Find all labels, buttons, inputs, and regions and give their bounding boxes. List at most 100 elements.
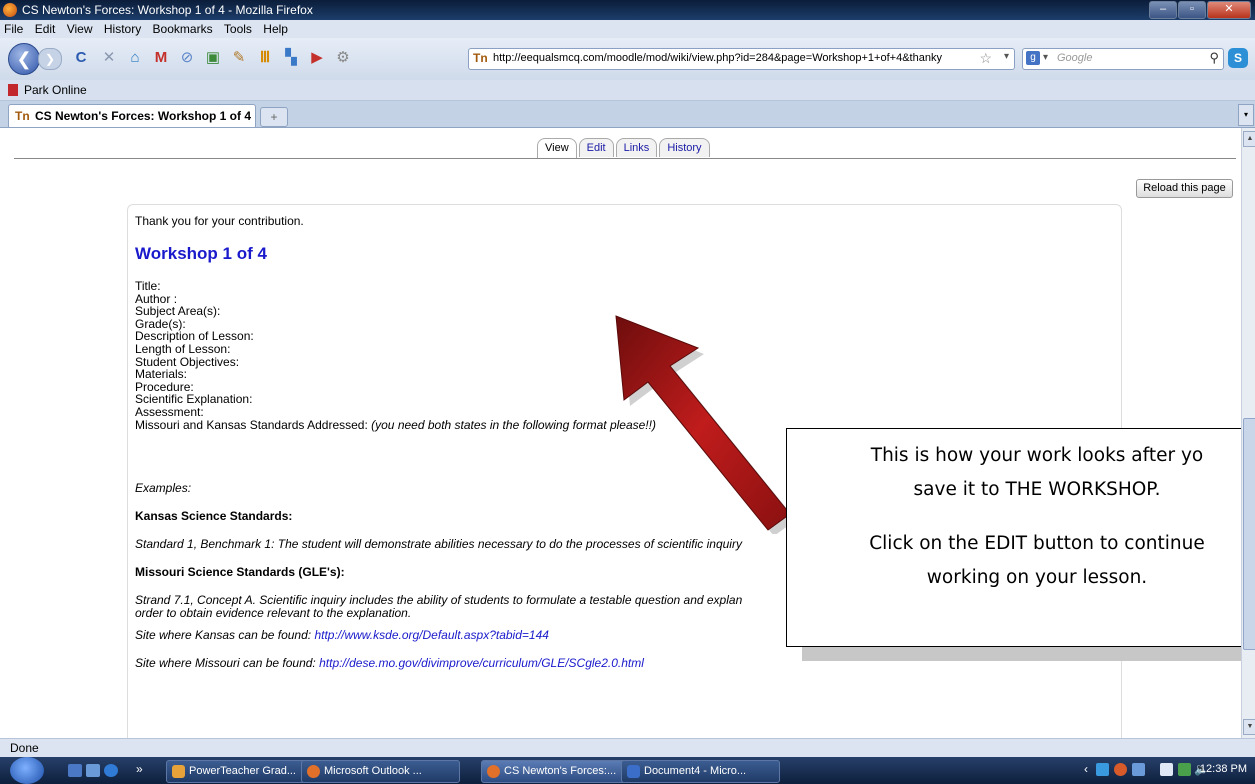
navigation-toolbar: ❮ ❯ C ✕ ⌂ M ⊘ ▣ ✎ Ⅲ ▚ ▶ ⚙ Tn http://eequ… [0, 38, 1255, 80]
missouri-site-link[interactable]: http://dese.mo.gov/divimprove/curriculum… [319, 656, 644, 670]
field-materials: Materials: [135, 367, 188, 382]
tab-strip: Tn CS Newton's Forces: Workshop 1 of 4 +… [0, 101, 1255, 128]
tray-app-icon[interactable] [1114, 763, 1127, 776]
taskbar-item-label: Microsoft Outlook ... [324, 765, 422, 777]
scroll-down-icon[interactable]: ▼ [1243, 719, 1255, 735]
start-button-icon[interactable] [10, 757, 44, 784]
bookmark-park-online[interactable]: Park Online [8, 83, 87, 97]
tab-view[interactable]: View [537, 138, 577, 158]
field-objectives: Student Objectives: [135, 354, 240, 369]
page-title: Workshop 1 of 4 [135, 244, 267, 263]
url-dropdown-icon[interactable]: ▾ [1004, 51, 1009, 62]
menu-bookmarks[interactable]: Bookmarks [153, 20, 213, 38]
search-bar[interactable]: g ▾ Google ⚲ [1022, 48, 1224, 70]
tray-update-icon[interactable] [1178, 763, 1191, 776]
switch-windows-icon[interactable] [86, 764, 100, 777]
tools-addon-icon[interactable]: ✎ [230, 49, 248, 67]
tab-edit[interactable]: Edit [578, 138, 614, 157]
tray-expand-icon[interactable]: ‹ [1084, 762, 1088, 776]
show-desktop-icon[interactable] [68, 764, 82, 777]
close-button[interactable]: ✕ [1207, 1, 1251, 19]
callout-line-1: This is how your work looks after yo [870, 445, 1204, 466]
taskbar-item-firefox[interactable]: CS Newton's Forces:... [481, 760, 640, 783]
menu-history[interactable]: History [104, 20, 141, 38]
bookmark-addon-icon[interactable]: ⊘ [178, 49, 196, 67]
field-title: Title: [135, 279, 161, 293]
tab-links[interactable]: Links [615, 138, 658, 157]
tray-clipboard-icon[interactable] [1160, 763, 1173, 776]
bookmarks-toolbar: Park Online [0, 80, 1255, 101]
gear-icon[interactable]: ⚙ [334, 49, 352, 67]
menu-help[interactable]: Help [263, 20, 288, 38]
home-icon[interactable]: ⌂ [126, 49, 144, 67]
vertical-scrollbar[interactable]: ▲ ▼ [1241, 128, 1255, 738]
browser-tab[interactable]: Tn CS Newton's Forces: Workshop 1 of 4 [8, 104, 256, 127]
instruction-callout: This is how your work looks after yo sav… [786, 428, 1255, 647]
url-bar[interactable]: Tn http://eequalsmcq.com/moodle/mod/wiki… [468, 48, 1015, 70]
contribution-message: Thank you for your contribution. [135, 214, 304, 228]
firefox-icon [3, 3, 17, 17]
scroll-up-icon[interactable]: ▲ [1243, 131, 1255, 147]
callout-line-2: save it to THE WORKSHOP. [913, 479, 1161, 500]
addon-icon[interactable]: ▣ [204, 49, 222, 67]
taskbar-item-label: PowerTeacher Grad... [189, 765, 296, 777]
kansas-standard-text: Standard 1, Benchmark 1: The student wil… [135, 537, 742, 551]
tab-list-icon[interactable]: ▾ [1238, 104, 1254, 126]
lesson-field-list: Title: Author : Subject Area(s): Grade(s… [135, 280, 656, 431]
search-placeholder: Google [1057, 52, 1093, 64]
window-titlebar: CS Newton's Forces: Workshop 1 of 4 - Mo… [0, 0, 1255, 20]
scrollbar-thumb[interactable] [1243, 418, 1255, 650]
menu-tools[interactable]: Tools [224, 20, 252, 38]
menu-edit[interactable]: Edit [35, 20, 56, 38]
field-explanation: Scientific Explanation: [135, 392, 253, 407]
site-favicon-icon: Tn [473, 51, 488, 65]
internet-explorer-icon[interactable] [104, 764, 118, 777]
missouri-site-line: Site where Missouri can be found: http:/… [135, 656, 644, 670]
skype-icon[interactable]: S [1228, 48, 1248, 68]
forward-button[interactable]: ❯ [38, 48, 62, 70]
star-icon[interactable]: ☆ [979, 50, 992, 67]
new-tab-button[interactable]: + [260, 107, 288, 127]
reload-page-button[interactable]: Reload this page [1136, 179, 1233, 198]
taskbar-item-label: CS Newton's Forces:... [504, 765, 617, 777]
missouri-heading: Missouri Science Standards (GLE's): [135, 565, 345, 579]
back-button[interactable]: ❮ [8, 43, 40, 75]
toolbar-addon-icon[interactable]: Ⅲ [256, 49, 274, 67]
clock[interactable]: 12:38 PM [1200, 763, 1247, 775]
tab-history[interactable]: History [659, 138, 710, 157]
bookmark-label: Park Online [24, 83, 87, 97]
tab-label: CS Newton's Forces: Workshop 1 of 4 [35, 109, 251, 123]
quicklaunch-chevron[interactable]: » [136, 762, 143, 776]
window-title: CS Newton's Forces: Workshop 1 of 4 - Mo… [22, 3, 313, 17]
bookmark-icon [8, 84, 18, 96]
tab-divider [14, 158, 1236, 159]
window-controls: – ▫ ✕ [1149, 1, 1251, 19]
gmail-icon[interactable]: M [152, 49, 170, 67]
menu-file[interactable]: File [4, 20, 23, 38]
taskbar-item-outlook[interactable]: Microsoft Outlook ... [301, 760, 460, 783]
maximize-button[interactable]: ▫ [1178, 1, 1206, 19]
stop-icon[interactable]: ✕ [100, 49, 118, 67]
network-icon[interactable] [1096, 763, 1109, 776]
chevron-down-icon[interactable]: ▾ [1043, 52, 1048, 63]
search-icon[interactable]: ⚲ [1209, 50, 1219, 66]
menu-bar: File Edit View History Bookmarks Tools H… [0, 20, 1255, 38]
reload-icon[interactable]: C [72, 49, 90, 67]
minimize-button[interactable]: – [1149, 1, 1177, 19]
missouri-standard-text-1: Strand 7.1, Concept A. Scientific inquir… [135, 593, 743, 607]
taskbar-item-word[interactable]: Document4 - Micro... [621, 760, 780, 783]
missouri-standard-text-2: order to obtain evidence relevant to the… [135, 606, 412, 620]
missouri-site-label: Site where Missouri can be found: [135, 656, 320, 670]
system-tray: ‹ 🔈 12:38 PM [1080, 757, 1255, 784]
kansas-site-link[interactable]: http://www.ksde.org/Default.aspx?tabid=1… [314, 628, 548, 642]
youtube-icon[interactable]: ▶ [308, 49, 326, 67]
kansas-site-label: Site where Kansas can be found: [135, 628, 315, 642]
examples-label: Examples: [135, 481, 192, 495]
apps-icon[interactable]: ▚ [282, 49, 300, 67]
search-engine-icon[interactable]: g [1026, 51, 1040, 65]
callout-line-3: Click on the EDIT button to continue [869, 533, 1205, 554]
tray-monitor-icon[interactable] [1132, 763, 1145, 776]
taskbar-item-powerteacher[interactable]: PowerTeacher Grad... [166, 760, 320, 783]
url-text: http://eequalsmcq.com/moodle/mod/wiki/vi… [493, 52, 942, 64]
menu-view[interactable]: View [67, 20, 93, 38]
